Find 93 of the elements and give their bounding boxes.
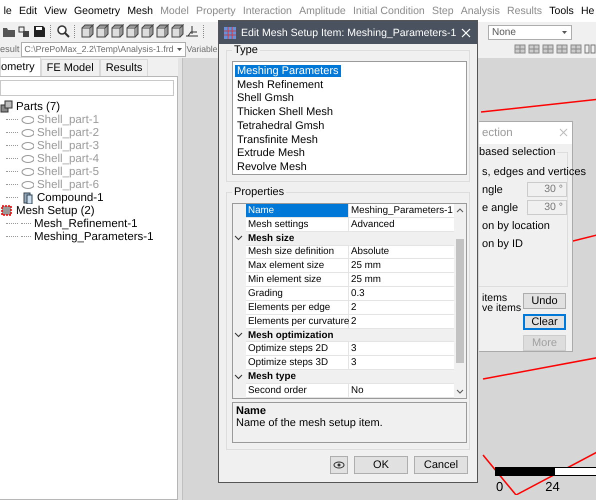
cube-view-icon[interactable] [125, 24, 139, 38]
type-list-item[interactable]: Revolve Mesh [235, 161, 309, 174]
option-label: ve items [482, 303, 522, 313]
mesh-setup-icon [0, 204, 13, 217]
option-label: s, edges and vertices [482, 166, 586, 178]
group-label: Properties [232, 186, 286, 198]
compound-icon [21, 191, 34, 204]
selection-button[interactable]: Undo [523, 293, 566, 309]
property-name[interactable]: Grading [246, 287, 349, 301]
shell-part-icon [21, 178, 34, 191]
menu-item[interactable]: le [0, 5, 16, 17]
cube-view-icon[interactable] [155, 24, 169, 38]
type-list-item[interactable]: Mesh Refinement [235, 78, 326, 91]
option-label: on by location [482, 220, 550, 232]
save-icon[interactable] [32, 24, 46, 38]
layout-icon[interactable] [556, 43, 568, 55]
filter-field[interactable] [0, 80, 174, 96]
property-category[interactable]: Mesh size [246, 232, 454, 246]
group-label: based selection [479, 146, 558, 158]
description-text: Name of the mesh setup item. [236, 417, 384, 429]
panel-tab[interactable]: Results [100, 59, 148, 76]
tree-node[interactable]: Meshing_Parameters-1 [34, 230, 154, 242]
dropdown-arrow-icon [176, 46, 183, 52]
selection-button[interactable]: Clear [523, 314, 566, 330]
split-icon[interactable] [584, 43, 596, 55]
variable-label: Variable [186, 44, 218, 54]
scroll-down-icon[interactable] [456, 389, 464, 395]
cube-view-icon[interactable] [80, 24, 94, 38]
layout-icon[interactable] [542, 43, 554, 55]
dialog-title: Edit Mesh Setup Item: Meshing_Parameters-1 [241, 26, 457, 38]
scrollbar[interactable] [454, 204, 466, 398]
plane-icon[interactable] [185, 24, 199, 38]
type-list-item[interactable]: Extrude Mesh [235, 147, 307, 160]
scale-label: 24 [545, 479, 560, 494]
menu-item[interactable]: He [577, 5, 596, 17]
cube-view-icon[interactable] [140, 24, 154, 38]
type-list-item[interactable]: Meshing Parameters [235, 64, 340, 77]
property-name[interactable]: Elements per edge [246, 300, 349, 315]
description-title: Name [236, 405, 267, 417]
type-list-item[interactable]: Tetrahedral Gmsh [235, 120, 326, 132]
property-name[interactable]: Second order [246, 384, 349, 398]
panel-tab[interactable]: FE Model [40, 59, 100, 76]
property-name[interactable]: Optimize steps 2D [246, 342, 349, 356]
property-category[interactable]: Mesh optimization [246, 328, 454, 342]
property-category[interactable]: Mesh type [246, 370, 454, 384]
scale-label: 0 [496, 479, 504, 494]
option-label: items [482, 293, 508, 303]
cube-view-icon[interactable] [110, 24, 124, 38]
shell-part-icon [21, 152, 34, 165]
type-list-item[interactable]: Shell Gmsh [235, 92, 296, 104]
view-combo[interactable]: None [488, 25, 572, 40]
property-name[interactable]: Name [246, 204, 349, 218]
type-list-item[interactable]: Thicken Shell Mesh [235, 106, 335, 118]
preview-button[interactable] [330, 456, 348, 474]
shell-part-icon [21, 139, 34, 152]
result-file-combo[interactable]: C:\PrePoMax_2.2\Temp\Analysis-1.frd [21, 42, 186, 56]
tree-node[interactable]: Mesh_Refinement-1 [34, 218, 138, 230]
tree-node[interactable]: Mesh Setup (2) [16, 204, 95, 216]
property-name[interactable]: Mesh size definition [246, 246, 349, 260]
menu-item[interactable]: Mesh [124, 5, 157, 17]
menu-item[interactable]: View [40, 5, 70, 17]
group-label: Type [232, 44, 260, 56]
menu-item[interactable]: Edit [15, 5, 41, 17]
shell-part-icon [21, 126, 34, 139]
import-icon[interactable] [17, 24, 31, 38]
layout-icon[interactable] [514, 43, 526, 55]
dialog-button[interactable]: OK [354, 456, 408, 474]
dialog-title: ection [482, 126, 513, 139]
panel-tab[interactable]: ometry [0, 57, 41, 76]
dropdown-arrow-icon [561, 30, 568, 35]
dialog-button[interactable]: Cancel [414, 456, 468, 474]
shell-part-icon [21, 165, 34, 178]
layout-icon[interactable] [570, 43, 582, 55]
tree-node[interactable]: Compound-1 [37, 192, 104, 204]
cube-view-icon[interactable] [95, 24, 109, 38]
cube-view-icon[interactable] [170, 24, 184, 38]
angle-label: e angle [482, 202, 518, 214]
zoom-icon[interactable] [56, 24, 70, 38]
chevron-icon[interactable] [234, 372, 243, 382]
mesh-app-icon [223, 26, 237, 40]
property-name[interactable]: Min element size [246, 273, 349, 288]
menu-item[interactable]: Tools [546, 5, 578, 17]
property-name[interactable]: Max element size [246, 259, 349, 274]
layout-icon[interactable] [528, 43, 540, 55]
result-label: esult [0, 44, 20, 54]
angle-label: ngle [482, 184, 503, 196]
option-label: on by ID [482, 238, 523, 250]
shell-part-icon [21, 113, 34, 126]
type-list-item[interactable]: Transfinite Mesh [235, 134, 320, 146]
menu-item[interactable]: Geometry [70, 5, 124, 17]
tree-node[interactable]: Parts (7) [16, 100, 60, 112]
scroll-up-icon[interactable] [456, 207, 464, 213]
eye-icon [333, 460, 345, 470]
